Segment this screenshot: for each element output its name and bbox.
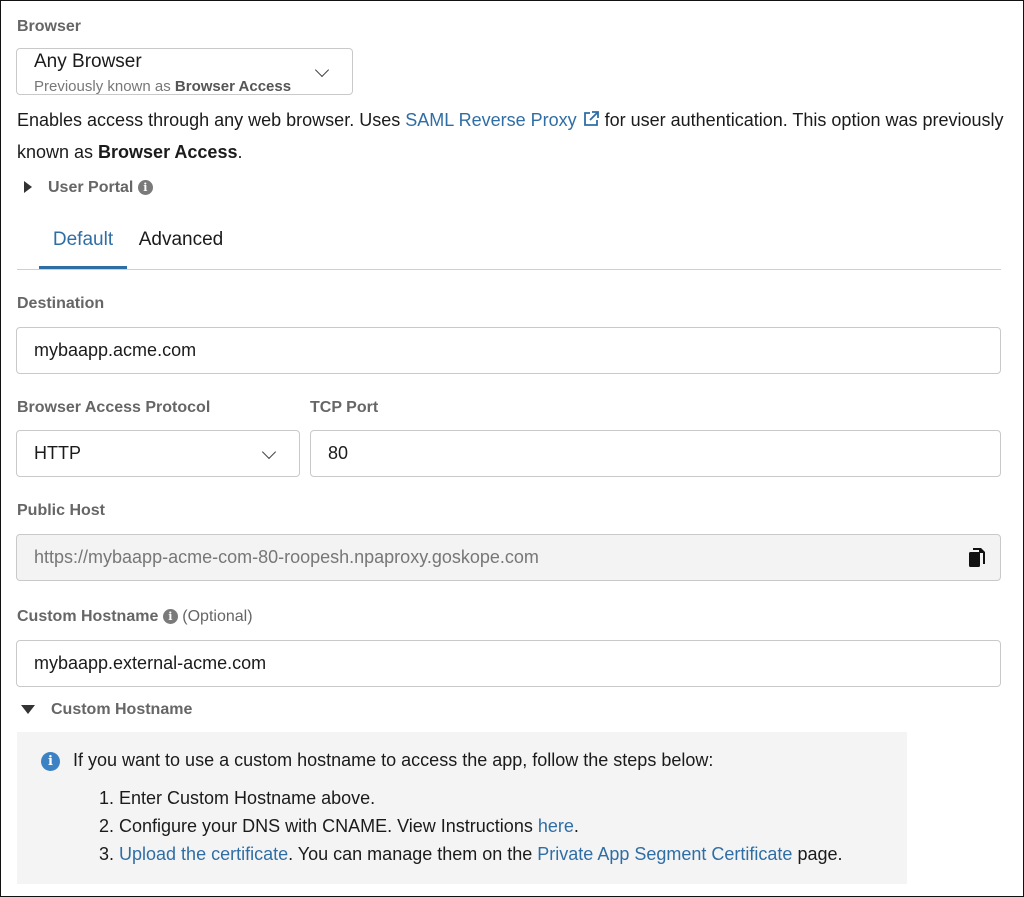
tcp-port-label: TCP Port bbox=[310, 399, 379, 416]
step-2: 2. Configure your DNS with CNAME. View I… bbox=[99, 816, 579, 836]
public-host-label: Public Host bbox=[17, 502, 106, 519]
info-intro: If you want to use a custom hostname to … bbox=[73, 750, 714, 770]
browser-select[interactable]: Any Browser Previously known as Browser … bbox=[16, 48, 353, 95]
step-1: 1. Enter Custom Hostname above. bbox=[99, 788, 376, 808]
protocol-label: Browser Access Protocol bbox=[17, 399, 211, 416]
collapse-triangle-icon[interactable] bbox=[21, 705, 35, 714]
user-portal-toggle[interactable]: User Portal i bbox=[48, 179, 153, 197]
tcp-port-input[interactable]: 80 bbox=[310, 430, 1001, 477]
upload-certificate-link[interactable]: Upload the certificate bbox=[119, 844, 288, 864]
expand-triangle-icon[interactable] bbox=[24, 181, 32, 193]
info-icon[interactable]: i bbox=[137, 180, 153, 195]
destination-value: mybaapp.acme.com bbox=[34, 340, 197, 360]
tab-advanced[interactable]: Advanced bbox=[127, 229, 235, 269]
browser-select-value: Any Browser bbox=[34, 51, 142, 72]
custom-hostname-label: Custom Hostname i (Optional) bbox=[17, 608, 253, 625]
public-host-value: https://mybaapp-acme-com-80-roopesh.npap… bbox=[34, 547, 539, 567]
info-icon[interactable]: i bbox=[162, 609, 178, 624]
custom-hostname-section-toggle[interactable]: Custom Hostname bbox=[51, 701, 192, 719]
private-app-segment-certificate-link[interactable]: Private App Segment Certificate bbox=[537, 844, 792, 864]
settings-panel: Browser Any Browser Previously known as … bbox=[0, 0, 1024, 897]
info-steps: 1. Enter Custom Hostname above. 2. Confi… bbox=[99, 784, 842, 868]
tabs-divider bbox=[17, 269, 1001, 270]
external-link-icon[interactable] bbox=[582, 107, 600, 137]
saml-reverse-proxy-link[interactable]: SAML Reverse Proxy bbox=[405, 110, 576, 130]
public-host-field: https://mybaapp-acme-com-80-roopesh.npap… bbox=[16, 534, 1001, 581]
custom-hostname-input[interactable]: mybaapp.external-acme.com bbox=[16, 640, 1001, 687]
chevron-down-icon bbox=[314, 62, 330, 78]
step-3: 3. Upload the certificate. You can manag… bbox=[99, 844, 843, 864]
chevron-down-icon bbox=[261, 444, 277, 460]
browser-description: Enables access through any web browser. … bbox=[17, 105, 1007, 167]
copy-icon[interactable] bbox=[968, 547, 986, 574]
browser-select-subtitle: Previously known as Browser Access bbox=[34, 78, 292, 95]
protocol-select[interactable]: HTTP bbox=[16, 430, 300, 477]
tab-default[interactable]: Default bbox=[39, 229, 127, 269]
info-icon: i bbox=[41, 752, 60, 771]
protocol-value: HTTP bbox=[34, 443, 81, 463]
destination-input[interactable]: mybaapp.acme.com bbox=[16, 327, 1001, 374]
browser-label: Browser bbox=[17, 18, 82, 35]
destination-label: Destination bbox=[17, 295, 105, 312]
custom-hostname-info-panel: i If you want to use a custom hostname t… bbox=[17, 732, 907, 884]
dns-instructions-link[interactable]: here bbox=[538, 816, 574, 836]
tcp-port-value: 80 bbox=[328, 443, 349, 463]
custom-hostname-value: mybaapp.external-acme.com bbox=[34, 653, 267, 673]
